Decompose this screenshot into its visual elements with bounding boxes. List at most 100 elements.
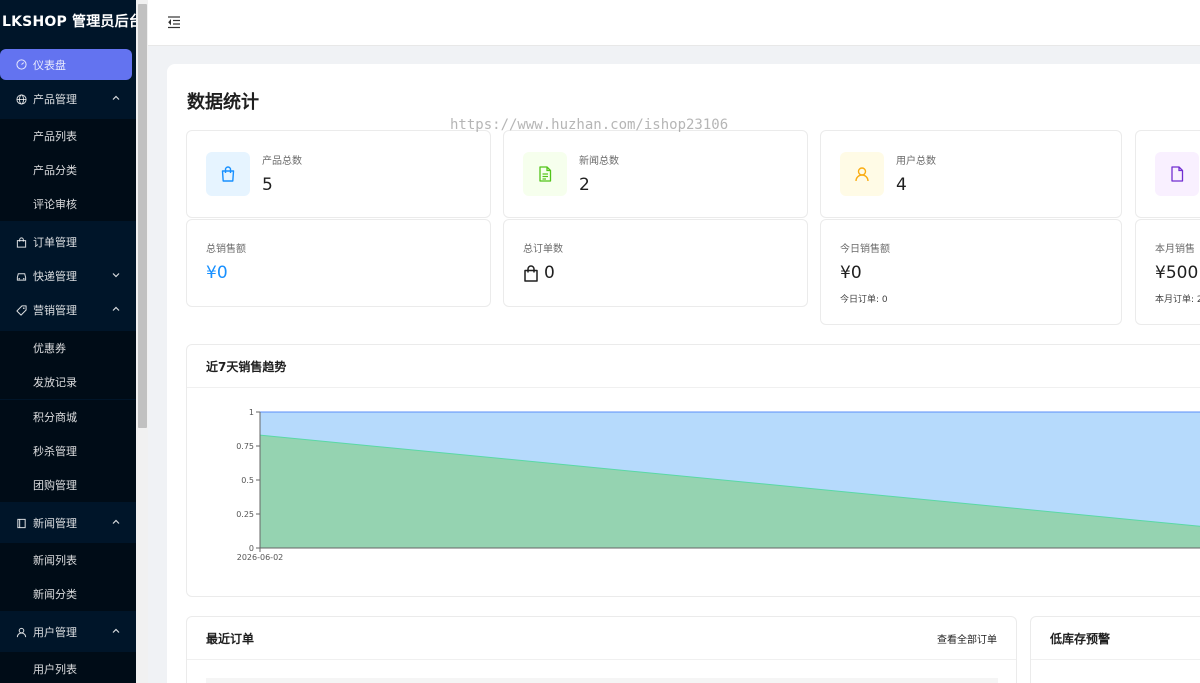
sidebar-item-label: 优惠券	[33, 342, 66, 355]
chevron-up-icon	[112, 306, 120, 311]
low-stock-card: 低库存预警	[1030, 616, 1200, 683]
sidebar-item-label: 评论审核	[33, 198, 77, 211]
sales-value: ¥0	[840, 263, 862, 283]
sidebar-item-9[interactable]: 发放记录	[0, 365, 136, 399]
sales-value: ¥0	[206, 263, 228, 283]
sidebar-item-label: 仪表盘	[33, 58, 66, 72]
stat-value: 5	[262, 175, 273, 195]
sidebar-item-14[interactable]: 新闻列表	[0, 543, 136, 577]
chevron-up-icon	[112, 519, 120, 524]
sidebar-item-11[interactable]: 秒杀管理	[0, 434, 136, 468]
stat-label: 新闻总数	[579, 156, 619, 167]
sidebar-item-6[interactable]: 快递管理	[0, 259, 136, 293]
sales-card-total: 总销售额 ¥0	[186, 219, 491, 307]
y-tick-label: 1	[249, 408, 254, 417]
page-title: 数据统计	[187, 92, 259, 113]
y-tick-label: 0.5	[241, 476, 254, 485]
sidebar: LKSHOP 管理员后台 仪表盘产品管理产品列表产品分类评论审核订单管理快递管理…	[0, 0, 136, 683]
shopping-bag-icon	[206, 152, 250, 196]
user-icon	[840, 152, 884, 196]
sidebar-item-label: 发放记录	[33, 376, 77, 389]
menu-fold-icon[interactable]	[166, 14, 182, 30]
sidebar-item-label: 新闻列表	[33, 554, 77, 567]
stat-label: 用户总数	[896, 156, 936, 167]
stat-card-4	[1135, 130, 1200, 218]
divider	[1031, 659, 1200, 660]
sidebar-item-label: 新闻管理	[33, 517, 77, 530]
view-all-orders-link[interactable]: 查看全部订单	[937, 631, 997, 646]
sales-label: 总销售额	[206, 244, 246, 255]
sidebar-item-1[interactable]: 产品管理	[0, 82, 136, 116]
sidebar-item-label: 订单管理	[33, 236, 77, 249]
book-icon	[15, 517, 27, 529]
sidebar-item-0[interactable]: 仪表盘	[0, 49, 132, 80]
sales-label: 总订单数	[523, 244, 563, 255]
car-icon	[15, 270, 27, 282]
dashboard-icon	[15, 59, 27, 71]
sidebar-item-7[interactable]: 营销管理	[0, 293, 136, 327]
sidebar-scrollbar-thumb[interactable]	[138, 4, 147, 428]
top-header	[148, 0, 1200, 46]
low-stock-title: 低库存预警	[1050, 632, 1111, 646]
sales-value: ¥500	[1155, 263, 1199, 283]
sidebar-item-label: 团购管理	[33, 479, 77, 492]
sales-value: 0	[544, 263, 555, 283]
sidebar-item-13[interactable]: 新闻管理	[0, 506, 136, 540]
sidebar-item-label: 用户列表	[33, 663, 77, 676]
sales-sub: 今日订单: 0	[840, 295, 888, 305]
sidebar-item-label: 秒杀管理	[33, 445, 77, 458]
sidebar-item-label: 产品分类	[33, 164, 77, 177]
sales-card-today: 今日销售额 ¥0 今日订单: 0	[820, 219, 1122, 325]
sidebar-item-label: 产品管理	[33, 93, 77, 106]
stat-card-news: 新闻总数 2	[503, 130, 808, 218]
recent-orders-title: 最近订单	[206, 632, 255, 646]
sidebar-item-10[interactable]: 积分商城	[0, 400, 136, 434]
trend-card: 近7天销售趋势 0 0.25 0.5 0.75 1 2026-06-02	[186, 344, 1200, 597]
orders-table-header	[206, 678, 998, 683]
sidebar-item-label: 新闻分类	[33, 588, 77, 601]
sidebar-item-2[interactable]: 产品列表	[0, 119, 136, 153]
y-tick-label: 0.75	[236, 442, 254, 451]
shopping-bag-icon	[524, 264, 538, 282]
stat-value: 2	[579, 175, 590, 195]
sidebar-item-8[interactable]: 优惠券	[0, 331, 136, 365]
recent-orders-card: 最近订单 查看全部订单	[186, 616, 1017, 683]
sales-value-wrap: 0	[523, 263, 555, 283]
sales-card-orders: 总订单数 0	[503, 219, 808, 307]
watermark: https://www.huzhan.com/ishop23106	[450, 117, 729, 133]
tag-icon	[15, 304, 27, 316]
y-tick-label: 0.25	[236, 510, 254, 519]
stat-value: 4	[896, 175, 907, 195]
sidebar-item-15[interactable]: 新闻分类	[0, 577, 136, 611]
sidebar-item-label: 产品列表	[33, 130, 77, 143]
file-text-icon	[523, 152, 567, 196]
sidebar-item-label: 积分商城	[33, 411, 77, 424]
chevron-down-icon	[112, 273, 120, 278]
sidebar-item-16[interactable]: 用户管理	[0, 615, 136, 649]
sidebar-item-4[interactable]: 评论审核	[0, 187, 136, 221]
chevron-up-icon	[112, 95, 120, 100]
sales-sub: 本月订单: 2	[1155, 295, 1200, 305]
x-tick-label: 2026-06-02	[237, 553, 284, 562]
chevron-up-icon	[112, 628, 120, 633]
sales-card-month: 本月销售 ¥500 本月订单: 2	[1135, 219, 1200, 325]
stat-label: 产品总数	[262, 156, 302, 167]
app-logo-title: LKSHOP 管理员后台	[2, 14, 136, 30]
sidebar-item-label: 快递管理	[33, 270, 77, 283]
sidebar-item-label: 用户管理	[33, 626, 77, 639]
stat-card-products: 产品总数 5	[186, 130, 491, 218]
file-icon	[1155, 152, 1199, 196]
sidebar-item-3[interactable]: 产品分类	[0, 153, 136, 187]
stat-card-users: 用户总数 4	[820, 130, 1122, 218]
main-content: 数据统计 产品总数 5 新闻总数 2 用户总数 4 总销售额 ¥0 总订单数 0…	[167, 64, 1200, 683]
globe-icon	[15, 93, 27, 105]
user-icon	[15, 626, 27, 638]
y-tick-label: 0	[249, 544, 254, 553]
sidebar-item-label: 营销管理	[33, 304, 77, 317]
divider	[187, 659, 1016, 660]
sidebar-item-5[interactable]: 订单管理	[0, 225, 136, 259]
sidebar-item-17[interactable]: 用户列表	[0, 652, 136, 683]
sidebar-item-12[interactable]: 团购管理	[0, 468, 136, 502]
sales-label: 本月销售	[1155, 244, 1195, 255]
bag-icon	[15, 236, 27, 248]
